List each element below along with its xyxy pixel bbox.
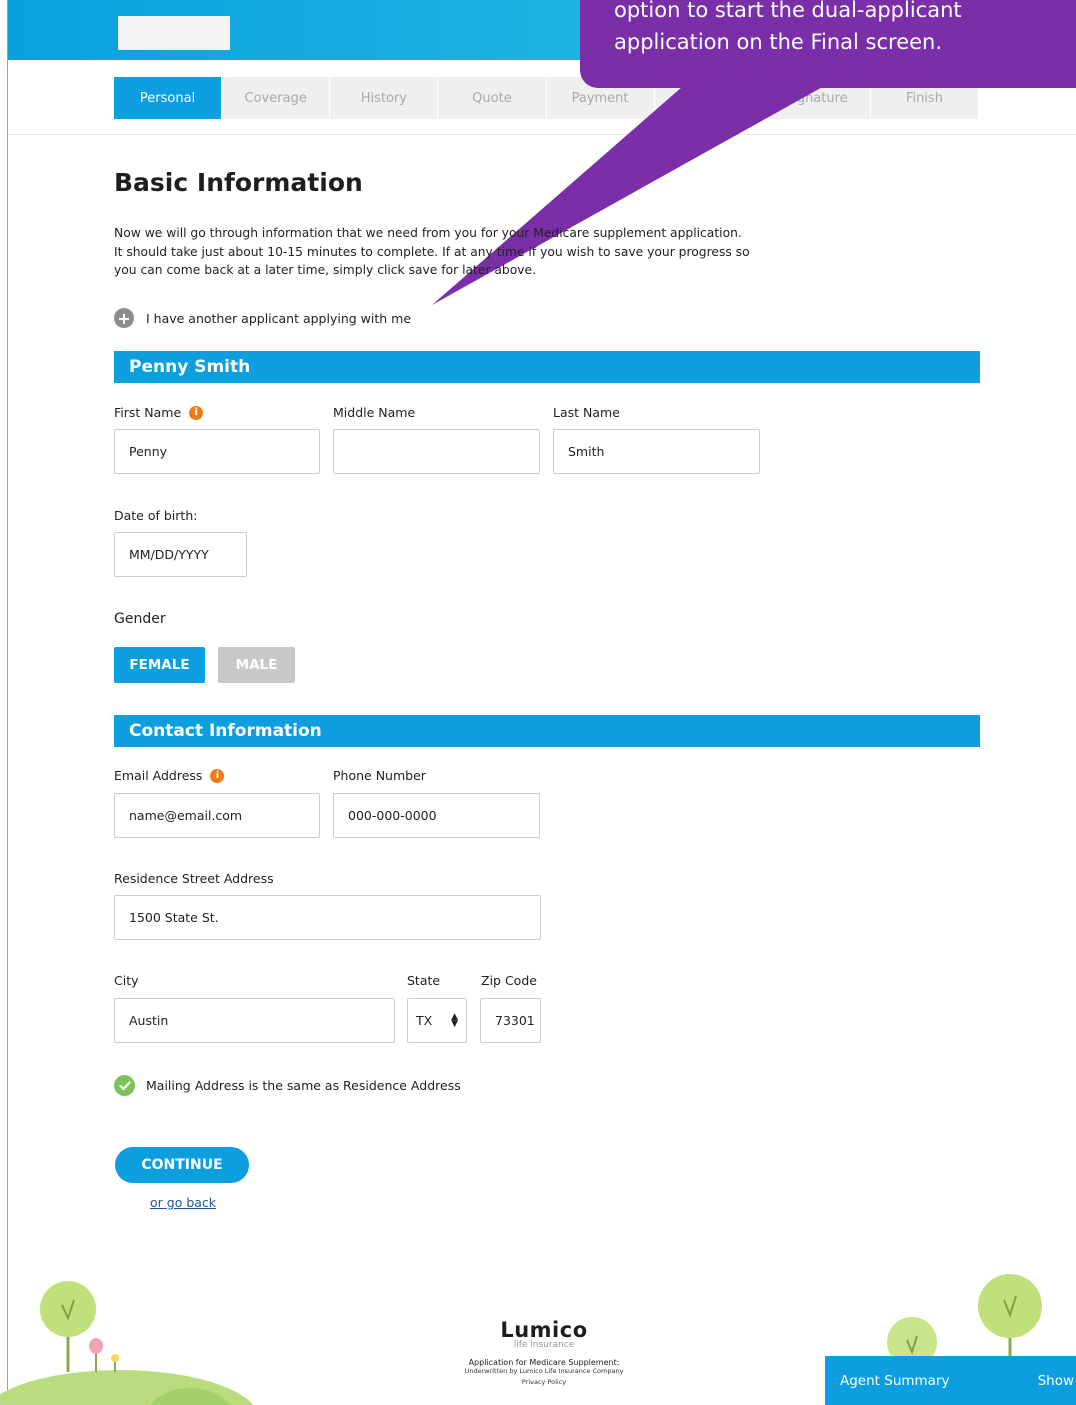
privacy-policy-link[interactable]: Privacy Policy	[434, 1378, 654, 1386]
agent-summary-bar[interactable]: Agent Summary Show	[825, 1356, 1076, 1405]
brand-logo: Lumico	[500, 1318, 588, 1342]
agent-summary-toggle[interactable]: Show	[1038, 1373, 1074, 1389]
footer-illustration	[0, 1274, 1042, 1405]
brand-subtitle: life insurance	[513, 1340, 575, 1350]
footer-brand: Lumico life insurance Application for Me…	[434, 1318, 654, 1386]
footer-application-title: Application for Medicare Supplement:	[468, 1358, 620, 1367]
agent-summary-label: Agent Summary	[840, 1372, 950, 1389]
footer-underwriter: Underwritten by Lumico Life Insurance Co…	[464, 1367, 624, 1375]
